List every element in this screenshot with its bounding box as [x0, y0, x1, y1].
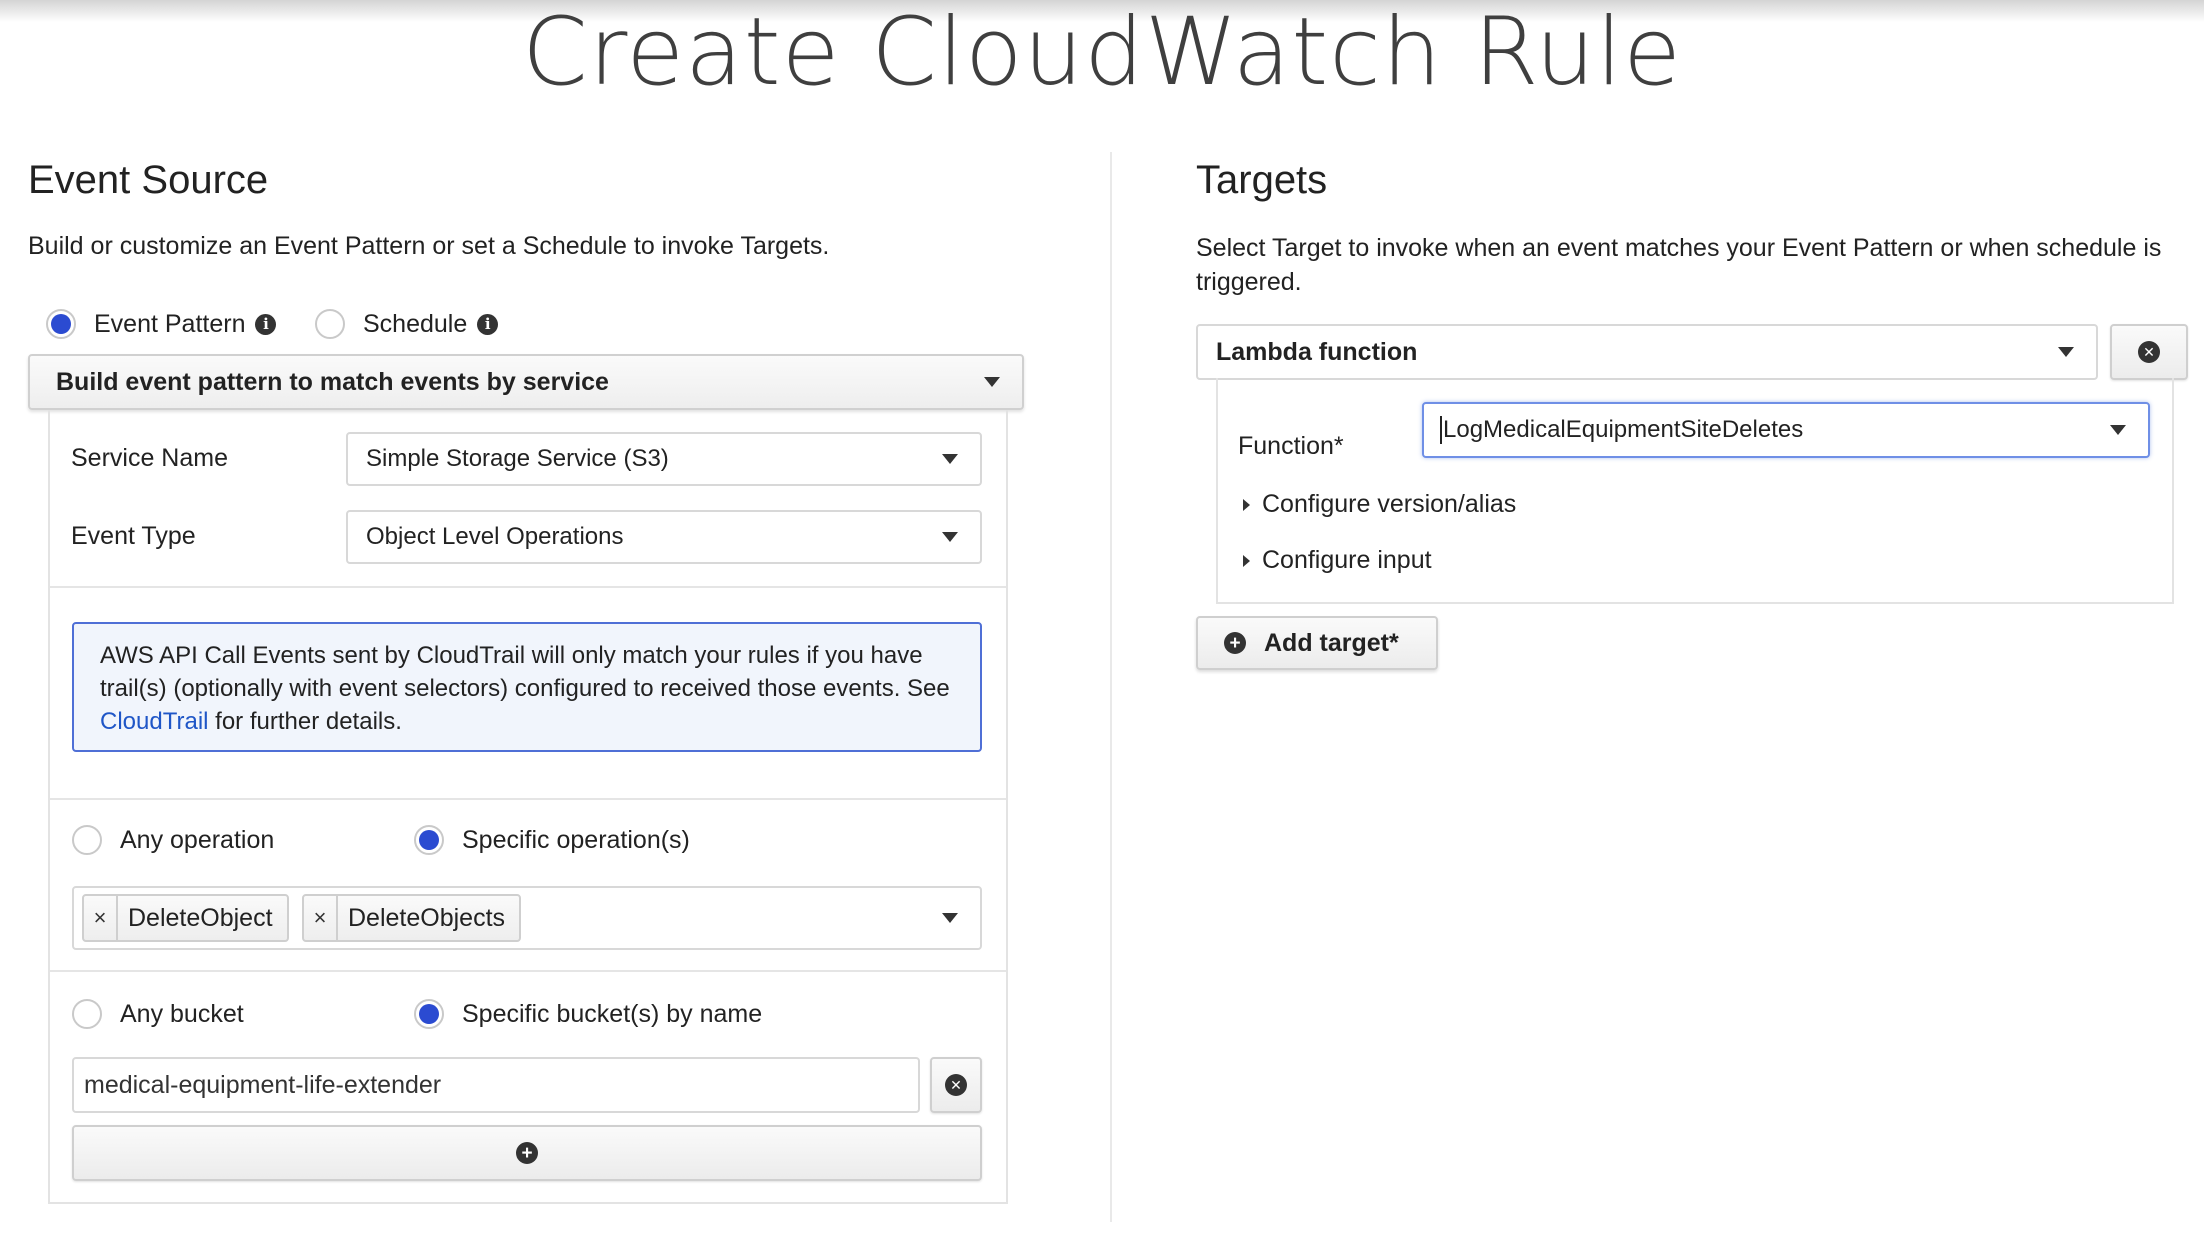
function-label: Function* [1238, 432, 1344, 460]
targets-title: Targets [1196, 158, 1328, 202]
info-icon[interactable]: i [477, 313, 499, 335]
remove-tag-icon[interactable]: × [84, 896, 118, 940]
specific-operation-label: Specific operation(s) [462, 825, 690, 854]
any-bucket-option[interactable]: Any bucket [72, 999, 244, 1029]
cloudtrail-link[interactable]: CloudTrail [100, 708, 208, 735]
bucket-name-input[interactable]: medical-equipment-life-extender [72, 1057, 920, 1113]
divider [50, 798, 1006, 800]
any-bucket-label: Any bucket [120, 999, 244, 1028]
specific-bucket-radio[interactable] [414, 999, 444, 1029]
operations-multiselect[interactable]: × DeleteObject × DeleteObjects [72, 886, 982, 950]
service-name-label: Service Name [71, 444, 228, 472]
column-divider [1110, 152, 1112, 1222]
add-circle-icon: + [1224, 632, 1246, 654]
pattern-mode-dropdown[interactable]: Build event pattern to match events by s… [28, 354, 1024, 410]
operation-tag-label: DeleteObject [128, 903, 273, 932]
schedule-label: Schedule [363, 309, 468, 338]
caret-right-icon [1243, 498, 1250, 511]
remove-bucket-button[interactable]: ✕ [930, 1057, 982, 1113]
divider [50, 970, 1006, 972]
divider [50, 586, 1006, 588]
schedule-radio[interactable] [315, 309, 345, 339]
configure-version-expander[interactable]: Configure version/alias [1243, 490, 1516, 519]
notice-text-end: for further details. [208, 708, 402, 735]
chevron-down-icon [942, 454, 958, 464]
text-cursor [1440, 416, 1442, 444]
remove-tag-icon[interactable]: × [304, 896, 338, 940]
operation-tag: × DeleteObject [82, 894, 289, 942]
pattern-mode-label: Build event pattern to match events by s… [56, 367, 609, 396]
schedule-option[interactable]: Schedule i [315, 309, 499, 339]
add-target-label: Add target* [1264, 628, 1399, 657]
chevron-down-icon[interactable] [942, 913, 958, 923]
function-value: LogMedicalEquipmentSiteDeletes [1443, 416, 1804, 443]
target-type-select[interactable]: Lambda function [1196, 324, 2098, 380]
any-operation-label: Any operation [120, 825, 275, 854]
remove-target-button[interactable]: ✕ [2110, 324, 2188, 380]
operation-tag: × DeleteObjects [302, 894, 522, 942]
target-type-value: Lambda function [1216, 337, 1418, 366]
targets-description: Select Target to invoke when an event ma… [1196, 234, 2162, 296]
page-title: Create CloudWatch Rule [522, 0, 1682, 107]
cloudtrail-notice: AWS API Call Events sent by CloudTrail w… [72, 622, 982, 752]
event-type-select[interactable]: Object Level Operations [346, 510, 982, 564]
specific-bucket-label: Specific bucket(s) by name [462, 999, 763, 1028]
event-source-title: Event Source [28, 158, 269, 202]
configure-input-expander[interactable]: Configure input [1243, 546, 1432, 575]
any-bucket-radio[interactable] [72, 999, 102, 1029]
chevron-down-icon [2110, 425, 2126, 435]
event-pattern-label: Event Pattern [94, 309, 246, 338]
specific-bucket-option[interactable]: Specific bucket(s) by name [414, 999, 762, 1029]
any-operation-radio[interactable] [72, 825, 102, 855]
event-source-description: Build or customize an Event Pattern or s… [28, 232, 830, 260]
configure-version-label: Configure version/alias [1262, 490, 1517, 518]
specific-operation-option[interactable]: Specific operation(s) [414, 825, 690, 855]
any-operation-option[interactable]: Any operation [72, 825, 274, 855]
function-select[interactable]: LogMedicalEquipmentSiteDeletes [1422, 402, 2150, 458]
configure-input-label: Configure input [1262, 546, 1432, 574]
event-type-value: Object Level Operations [366, 523, 624, 550]
chevron-down-icon [2058, 347, 2074, 357]
operation-tag-label: DeleteObjects [348, 903, 506, 932]
add-target-button[interactable]: + Add target* [1196, 616, 1438, 670]
chevron-down-icon [984, 377, 1000, 387]
remove-circle-icon: ✕ [945, 1074, 967, 1096]
specific-operation-radio[interactable] [414, 825, 444, 855]
event-pattern-option[interactable]: Event Pattern i [46, 309, 277, 339]
event-type-label: Event Type [71, 522, 196, 550]
chevron-down-icon [942, 532, 958, 542]
remove-circle-icon: ✕ [2138, 341, 2160, 363]
bucket-name-value: medical-equipment-life-extender [84, 1070, 442, 1099]
event-pattern-radio[interactable] [46, 309, 76, 339]
caret-right-icon [1243, 554, 1250, 567]
add-bucket-button[interactable]: + [72, 1125, 982, 1181]
info-icon[interactable]: i [255, 313, 277, 335]
service-name-select[interactable]: Simple Storage Service (S3) [346, 432, 982, 486]
notice-text: AWS API Call Events sent by CloudTrail w… [100, 642, 950, 702]
add-circle-icon: + [516, 1142, 538, 1164]
service-name-value: Simple Storage Service (S3) [366, 445, 669, 472]
